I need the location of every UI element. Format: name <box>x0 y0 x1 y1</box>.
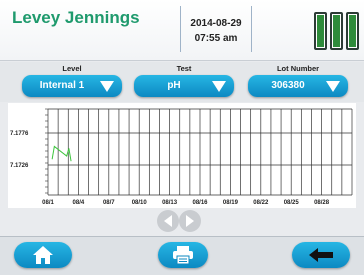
header-bar: Levey Jennings 2014-08-29 07:55 am <box>0 0 364 61</box>
date-text: 2014-08-29 <box>190 18 242 29</box>
y-tick-label: 7.1776 <box>10 131 29 137</box>
back-button[interactable] <box>292 242 350 268</box>
back-arrow-icon <box>309 248 333 262</box>
level-value: Internal 1 <box>39 80 85 91</box>
triangle-left-icon <box>164 215 172 227</box>
x-tick-label: 08/22 <box>253 200 269 206</box>
filter-selectors: Level Test Lot Number Internal 1 pH 3063… <box>0 62 364 102</box>
x-tick-label: 08/7 <box>103 200 115 206</box>
y-tick-label: 7.1726 <box>10 163 29 169</box>
x-tick-label: 08/19 <box>223 200 239 206</box>
x-tick-label: 08/16 <box>192 200 208 206</box>
battery-icon <box>314 12 327 50</box>
x-tick-label: 08/10 <box>132 200 148 206</box>
home-icon <box>33 246 53 264</box>
lot-number-dropdown[interactable]: 306380 <box>248 75 348 97</box>
previous-page-button[interactable] <box>157 210 179 232</box>
dropdown-arrow-icon <box>100 81 114 92</box>
test-value: pH <box>167 80 181 91</box>
lot-number-value: 306380 <box>271 80 305 91</box>
x-tick-label: 08/4 <box>73 200 85 206</box>
x-tick-label: 08/25 <box>284 200 300 206</box>
next-page-button[interactable] <box>179 210 201 232</box>
battery-icon <box>346 12 359 50</box>
level-label: Level <box>62 64 82 73</box>
level-dropdown[interactable]: Internal 1 <box>22 75 122 97</box>
dropdown-arrow-icon <box>212 81 226 92</box>
x-tick-label: 08/13 <box>162 200 178 206</box>
footer-bar <box>0 236 364 275</box>
chart-svg: 7.1776 7.1726 08/1 08/4 08/7 08/10 08/13 08/16 0… <box>10 108 353 206</box>
x-tick-label: 08/28 <box>314 200 330 206</box>
x-tick-label: 08/1 <box>42 200 54 206</box>
levey-jennings-chart: 7.1776 7.1726 08/1 08/4 08/7 08/10 08/13 08/16 0… <box>8 103 356 208</box>
test-dropdown[interactable]: pH <box>134 75 234 97</box>
lot-number-label: Lot Number <box>276 64 320 73</box>
page-title: Levey Jennings <box>12 8 140 27</box>
triangle-right-icon <box>186 215 194 227</box>
home-button[interactable] <box>14 242 72 268</box>
test-label: Test <box>176 64 192 73</box>
time-text: 07:55 am <box>194 33 238 44</box>
battery-icon <box>330 12 343 50</box>
print-button[interactable] <box>158 242 208 268</box>
datetime-panel: 2014-08-29 07:55 am <box>180 6 252 52</box>
printer-icon <box>173 246 193 265</box>
dropdown-arrow-icon <box>326 81 340 92</box>
